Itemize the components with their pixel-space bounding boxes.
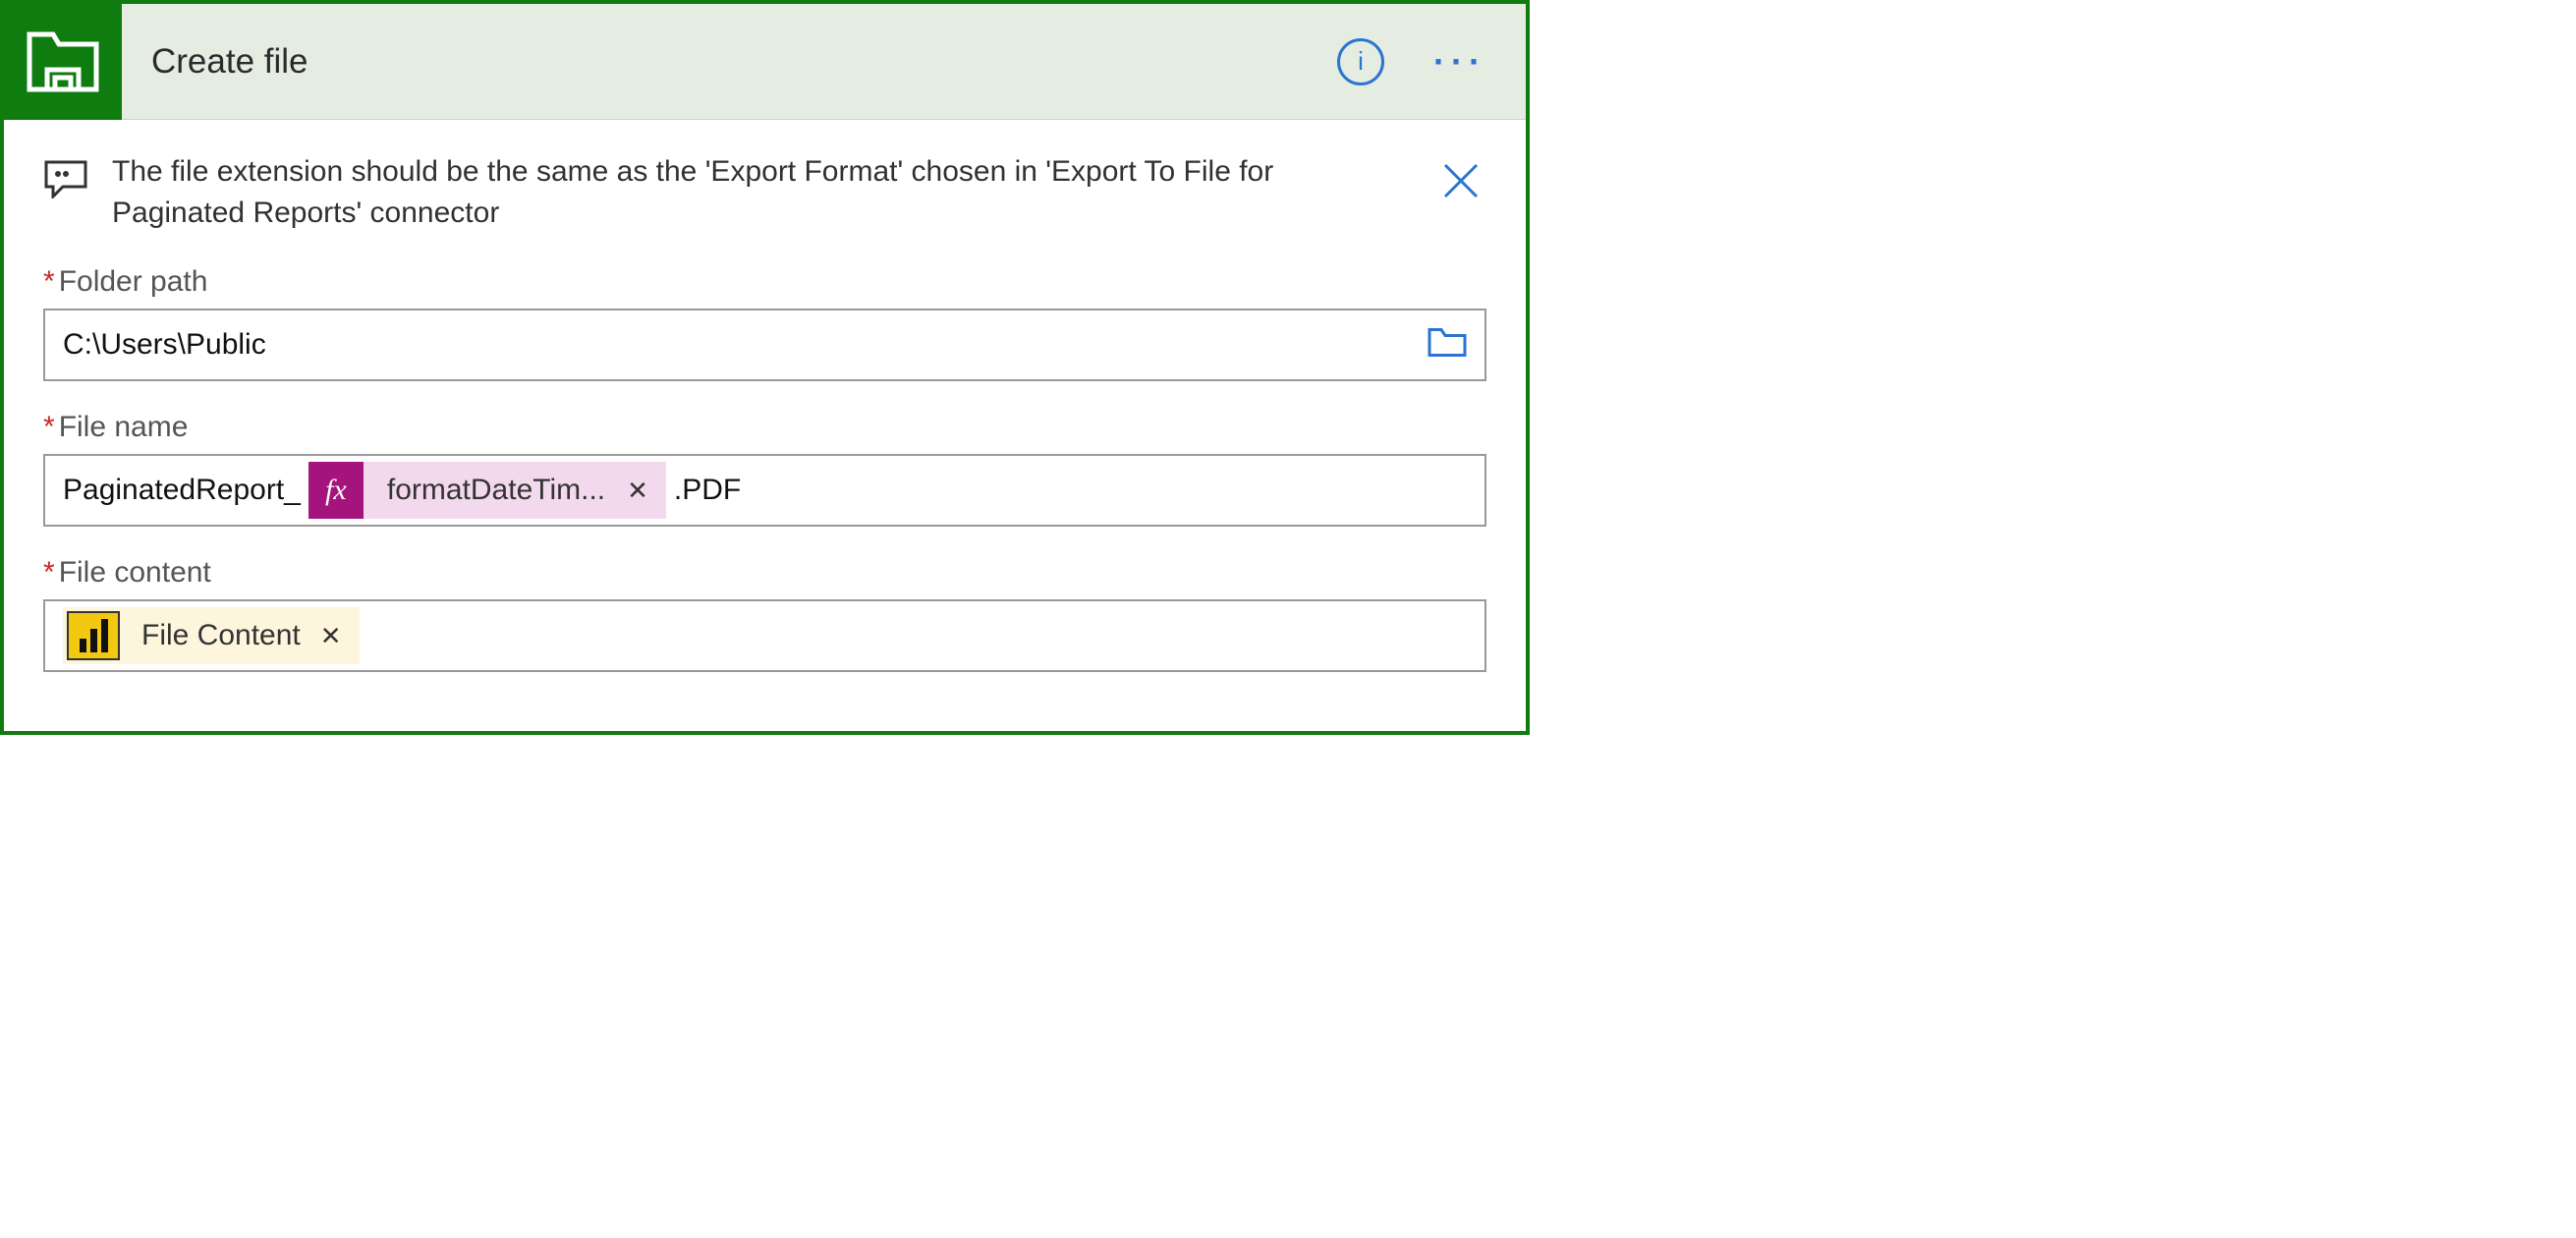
file-content-token[interactable]: File Content ✕	[63, 607, 360, 664]
folder-path-input[interactable]: C:\Users\Public	[43, 309, 1486, 381]
folder-picker-icon[interactable]	[1428, 326, 1467, 365]
folder-path-value: C:\Users\Public	[63, 328, 266, 362]
file-name-suffix: .PDF	[674, 474, 741, 507]
file-name-prefix: PaginatedReport_	[63, 474, 301, 507]
card-header: Create file i ···	[4, 4, 1526, 120]
header-actions: i ···	[1337, 38, 1526, 85]
folder-path-label: *Folder path	[43, 265, 1486, 299]
file-content-field: *File content File Content ✕	[4, 556, 1526, 702]
comment-icon	[43, 159, 88, 203]
card-title: Create file	[122, 42, 1337, 82]
note-row: The file extension should be the same as…	[4, 132, 1526, 265]
folder-path-field: *Folder path C:\Users\Public	[4, 265, 1526, 411]
note-text: The file extension should be the same as…	[112, 151, 1412, 234]
remove-expression-token[interactable]: ✕	[621, 476, 654, 506]
info-icon[interactable]: i	[1337, 38, 1384, 85]
file-name-label: *File name	[43, 411, 1486, 444]
file-content-input[interactable]: File Content ✕	[43, 599, 1486, 672]
file-content-token-label: File Content	[120, 619, 314, 652]
file-name-field: *File name PaginatedReport_ fx formatDat…	[4, 411, 1526, 556]
powerbi-icon	[67, 611, 120, 660]
expression-token[interactable]: fx formatDateTim... ✕	[308, 462, 666, 519]
more-options-icon[interactable]: ···	[1433, 41, 1486, 83]
fx-icon: fx	[308, 462, 364, 519]
file-content-label: *File content	[43, 556, 1486, 590]
expression-token-label: formatDateTim...	[364, 474, 621, 507]
create-file-card: Create file i ··· The file extension sho…	[0, 0, 1530, 735]
dismiss-note-button[interactable]	[1435, 155, 1486, 211]
file-system-icon	[4, 4, 122, 120]
card-body: The file extension should be the same as…	[4, 120, 1526, 731]
remove-content-token[interactable]: ✕	[314, 621, 348, 651]
file-name-input[interactable]: PaginatedReport_ fx formatDateTim... ✕ .…	[43, 454, 1486, 527]
